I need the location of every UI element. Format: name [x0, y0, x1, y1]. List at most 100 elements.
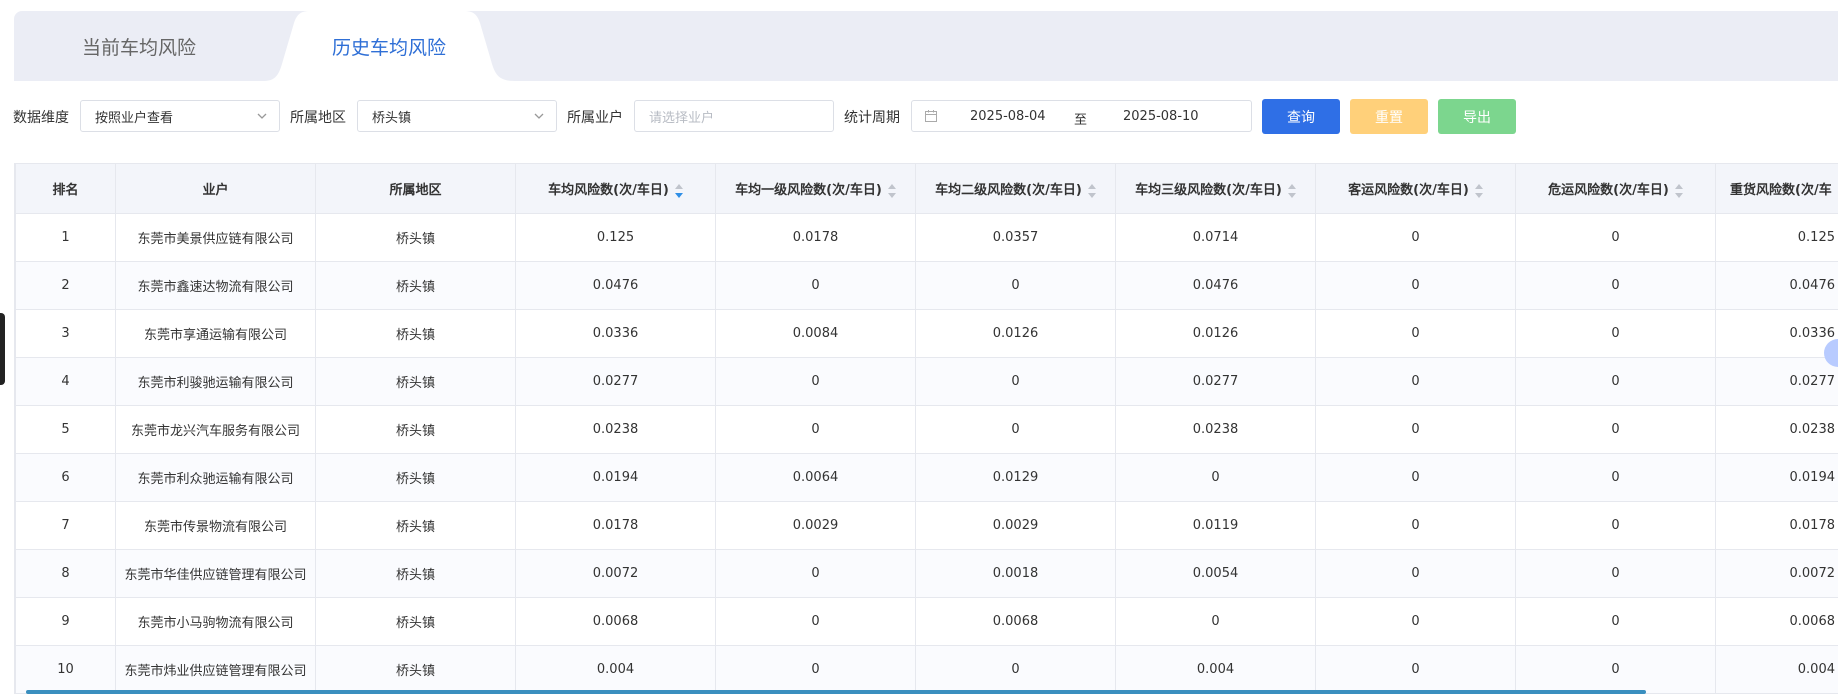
cell-owner: 东莞市美景供应链有限公司	[115, 213, 316, 262]
cell-avg-risk: 0.004	[515, 645, 716, 694]
cell-owner: 东莞市享通运输有限公司	[115, 309, 316, 358]
table-row[interactable]: 6 东莞市利众驰运输有限公司 桥头镇 0.0194 0.0064 0.0129 0 0 0 0.0…	[15, 453, 1838, 502]
cell-heavy-cargo: 0.0072	[1715, 549, 1838, 598]
cell-level3: 0.0126	[1115, 309, 1316, 358]
cell-hazmat: 0	[1515, 501, 1716, 550]
table-row[interactable]: 1 东莞市美景供应链有限公司 桥头镇 0.125 0.0178 0.0357 0.0714 0…	[15, 213, 1838, 262]
cell-avg-risk: 0.0277	[515, 357, 716, 406]
owner-input[interactable]: 请选择业户	[634, 100, 834, 132]
query-button[interactable]: 查询	[1262, 99, 1340, 134]
cell-level1: 0	[715, 261, 916, 310]
cell-avg-risk: 0.0072	[515, 549, 716, 598]
cell-heavy-cargo: 0.0178	[1715, 501, 1838, 550]
cell-level3: 0.0054	[1115, 549, 1316, 598]
sort-icon[interactable]	[887, 183, 896, 198]
cell-region: 桥头镇	[315, 549, 516, 598]
tab-history-risk[interactable]: 历史车均风险	[279, 11, 499, 81]
risk-table: 排名 业户 所属地区 车均风险数(次/车日) 车均一级风险数(次/车日) 车均二…	[15, 163, 1838, 694]
table-row[interactable]: 9 东莞市小马驹物流有限公司 桥头镇 0.0068 0 0.0068 0 0 0 0.0068	[15, 597, 1838, 646]
cell-passenger: 0	[1315, 309, 1516, 358]
cell-avg-risk: 0.0194	[515, 453, 716, 502]
table-row[interactable]: 7 东莞市传景物流有限公司 桥头镇 0.0178 0.0029 0.0029 0.0119 0…	[15, 501, 1838, 550]
cell-avg-risk: 0.0068	[515, 597, 716, 646]
cell-owner: 东莞市利骏驰运输有限公司	[115, 357, 316, 406]
cell-level1: 0	[715, 405, 916, 454]
sort-icon[interactable]	[1674, 183, 1683, 198]
cell-level3: 0.0277	[1115, 357, 1316, 406]
column-header-level2[interactable]: 车均二级风险数(次/车日)	[915, 163, 1116, 214]
cell-rank: 2	[15, 261, 116, 310]
cell-heavy-cargo: 0.0476	[1715, 261, 1838, 310]
cell-passenger: 0	[1315, 453, 1516, 502]
cell-region: 桥头镇	[315, 213, 516, 262]
column-header-level1[interactable]: 车均一级风险数(次/车日)	[715, 163, 916, 214]
cell-avg-risk: 0.0178	[515, 501, 716, 550]
horizontal-scrollbar[interactable]	[26, 690, 1646, 694]
table-row[interactable]: 4 东莞市利骏驰运输有限公司 桥头镇 0.0277 0 0 0.0277 0 0 0.0277	[15, 357, 1838, 406]
cell-level1: 0	[715, 357, 916, 406]
risk-table-container[interactable]: 排名 业户 所属地区 车均风险数(次/车日) 车均一级风险数(次/车日) 车均二…	[14, 163, 1838, 694]
cell-owner: 东莞市传景物流有限公司	[115, 501, 316, 550]
column-header-heavy-cargo: 重货风险数(次/车	[1715, 163, 1838, 214]
cell-region: 桥头镇	[315, 645, 516, 694]
calendar-icon	[925, 110, 937, 122]
cell-hazmat: 0	[1515, 645, 1716, 694]
cell-hazmat: 0	[1515, 549, 1716, 598]
cell-level3: 0.0238	[1115, 405, 1316, 454]
column-header-level3[interactable]: 车均三级风险数(次/车日)	[1115, 163, 1316, 214]
cell-rank: 5	[15, 405, 116, 454]
date-end[interactable]: 2025-08-10	[1123, 109, 1199, 124]
table-row[interactable]: 2 东莞市鑫速达物流有限公司 桥头镇 0.0476 0 0 0.0476 0 0 0.0476	[15, 261, 1838, 310]
cell-owner: 东莞市龙兴汽车服务有限公司	[115, 405, 316, 454]
cell-rank: 4	[15, 357, 116, 406]
cell-level2: 0.0068	[915, 597, 1116, 646]
column-header-hazmat[interactable]: 危运风险数(次/车日)	[1515, 163, 1716, 214]
cell-level1: 0	[715, 597, 916, 646]
cell-hazmat: 0	[1515, 213, 1716, 262]
table-row[interactable]: 8 东莞市华佳供应链管理有限公司 桥头镇 0.0072 0 0.0018 0.0054 0 0 0…	[15, 549, 1838, 598]
cell-avg-risk: 0.0336	[515, 309, 716, 358]
dimension-select[interactable]: 按照业户查看	[80, 100, 280, 132]
cell-level1: 0.0029	[715, 501, 916, 550]
column-header-rank: 排名	[15, 163, 116, 214]
column-header-passenger[interactable]: 客运风险数(次/车日)	[1315, 163, 1516, 214]
cell-level3: 0.0714	[1115, 213, 1316, 262]
tab-current-risk[interactable]: 当前车均风险	[14, 11, 264, 81]
cell-level3: 0.0119	[1115, 501, 1316, 550]
reset-button[interactable]: 重置	[1350, 99, 1428, 134]
chevron-down-icon	[534, 113, 544, 119]
export-button[interactable]: 导出	[1438, 99, 1516, 134]
sort-icon[interactable]	[1087, 183, 1096, 198]
cell-heavy-cargo: 0.004	[1715, 645, 1838, 694]
region-select[interactable]: 桥头镇	[357, 100, 557, 132]
cell-owner: 东莞市鑫速达物流有限公司	[115, 261, 316, 310]
owner-label: 所属业户	[567, 110, 623, 126]
table-row[interactable]: 5 东莞市龙兴汽车服务有限公司 桥头镇 0.0238 0 0 0.0238 0 0 0.0238	[15, 405, 1838, 454]
cell-level2: 0.0018	[915, 549, 1116, 598]
cell-passenger: 0	[1315, 501, 1516, 550]
cell-owner: 东莞市小马驹物流有限公司	[115, 597, 316, 646]
cell-level3: 0.0476	[1115, 261, 1316, 310]
cell-passenger: 0	[1315, 549, 1516, 598]
cell-avg-risk: 0.0238	[515, 405, 716, 454]
chevron-down-icon	[257, 113, 267, 119]
sort-icon[interactable]	[1287, 183, 1296, 198]
table-row[interactable]: 3 东莞市享通运输有限公司 桥头镇 0.0336 0.0084 0.0126 0.0126 0…	[15, 309, 1838, 358]
cell-level3: 0.004	[1115, 645, 1316, 694]
cell-level2: 0	[915, 357, 1116, 406]
cell-hazmat: 0	[1515, 357, 1716, 406]
cell-owner: 东莞市华佳供应链管理有限公司	[115, 549, 316, 598]
region-value: 桥头镇	[372, 110, 412, 126]
sort-icon[interactable]	[1474, 183, 1483, 198]
cell-rank: 7	[15, 501, 116, 550]
date-start[interactable]: 2025-08-04	[970, 109, 1046, 124]
date-range-picker[interactable]: 2025-08-04 至 2025-08-10	[911, 100, 1252, 132]
cell-owner: 东莞市炜业供应链管理有限公司	[115, 645, 316, 694]
sort-icon[interactable]	[674, 183, 683, 198]
column-header-avg-risk[interactable]: 车均风险数(次/车日)	[515, 163, 716, 214]
cell-heavy-cargo: 0.0238	[1715, 405, 1838, 454]
cell-level2: 0.0129	[915, 453, 1116, 502]
cell-level3: 0	[1115, 453, 1316, 502]
side-drawer-handle[interactable]	[0, 313, 5, 385]
table-row[interactable]: 10 东莞市炜业供应链管理有限公司 桥头镇 0.004 0 0 0.004 0 0 0.004	[15, 645, 1838, 694]
